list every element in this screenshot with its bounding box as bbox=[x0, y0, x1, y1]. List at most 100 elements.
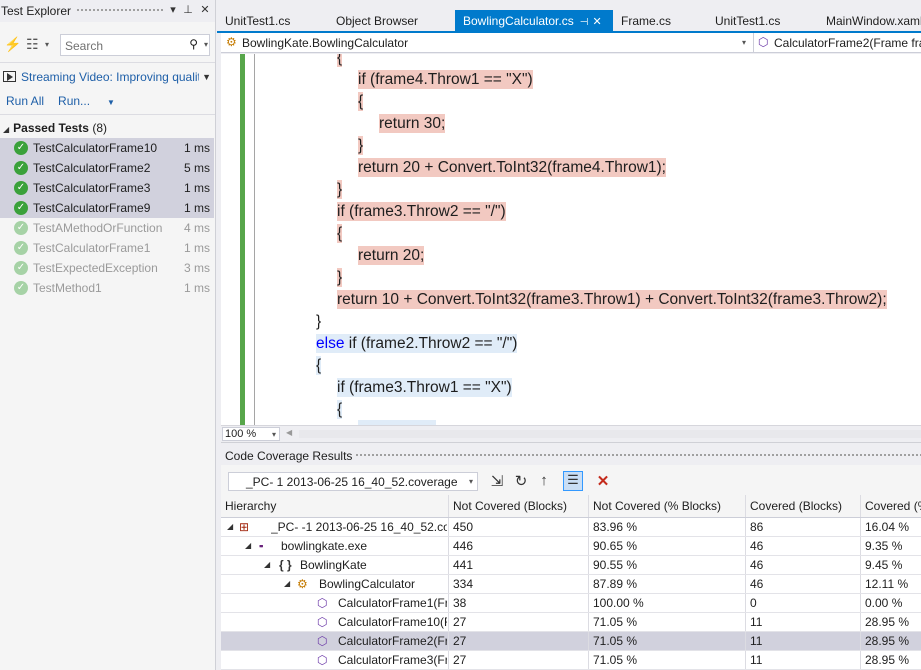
test-duration: 1 ms bbox=[183, 201, 210, 215]
not-covered-percent-cell: 71.05 % bbox=[589, 613, 746, 631]
horizontal-scrollbar[interactable] bbox=[299, 430, 921, 438]
coverage-row[interactable]: ⬡ CalculatorFrame10(Frame, Frame)2771.05 … bbox=[221, 613, 921, 632]
code-text: } bbox=[337, 180, 343, 199]
zoom-value: 100 % bbox=[225, 428, 257, 440]
scroll-left-icon[interactable]: ◀ bbox=[286, 428, 292, 437]
expand-triangle-icon[interactable]: ◢ bbox=[284, 575, 290, 593]
tab-unittest1-2[interactable]: UnitTest1.cs bbox=[707, 10, 786, 32]
column-header-hierarchy[interactable]: Hierarchy bbox=[221, 495, 449, 517]
expand-triangle-icon[interactable]: ◢ bbox=[264, 556, 270, 574]
code-line: if (frame4.Throw1 == "X") bbox=[358, 70, 533, 92]
coverage-file-dropdown[interactable]: _PC- 1 2013-06-25 16_40_52.coverage ▾ bbox=[228, 472, 478, 491]
test-item[interactable]: ✓ TestAMethodOrFunction 4 ms bbox=[0, 218, 214, 238]
group-by-icon[interactable]: ⚡ bbox=[4, 36, 21, 53]
test-name: TestCalculatorFrame9 bbox=[33, 201, 151, 215]
tab-frame[interactable]: Frame.cs bbox=[613, 10, 677, 32]
expand-triangle-icon[interactable]: ◢ bbox=[227, 518, 233, 536]
streaming-video-bar[interactable]: Streaming Video: Improving quality ▼ bbox=[3, 70, 213, 86]
coverage-row[interactable]: ⬡ CalculatorFrame3(Frame, Frame, Frame)27… bbox=[221, 651, 921, 670]
coverage-grid: Hierarchy Not Covered (Blocks) Not Cover… bbox=[221, 495, 921, 670]
covered-percent-cell: 28.95 % bbox=[865, 634, 910, 648]
passed-tests-group[interactable]: ◢ Passed Tests (8) bbox=[3, 121, 107, 135]
close-tab-icon[interactable]: ✕ bbox=[592, 16, 601, 28]
not-covered-blocks-cell: 27 bbox=[449, 613, 589, 631]
chevron-down-icon[interactable]: ▾ bbox=[45, 40, 49, 49]
hierarchy-cell: ◢ { } BowlingKate bbox=[221, 556, 449, 574]
video-icon bbox=[3, 71, 16, 82]
covered-blocks-cell: 11 bbox=[746, 651, 861, 669]
search-box[interactable]: ⚲ ▾ bbox=[60, 34, 210, 56]
method-icon: ⬡ bbox=[317, 596, 328, 610]
import-results-icon[interactable]: ⇲ bbox=[487, 472, 507, 490]
zoom-dropdown[interactable]: 100 % ▾ bbox=[222, 427, 280, 441]
run-link[interactable]: Run... bbox=[58, 94, 90, 108]
covered-percent-cell: 16.04 % bbox=[865, 520, 910, 534]
search-dropdown-icon[interactable]: ▾ bbox=[204, 40, 208, 49]
code-area[interactable]: { if (frame4.Throw1 == "X") { return 30;… bbox=[257, 54, 921, 425]
tab-object-browser[interactable]: Object Browser bbox=[328, 10, 424, 32]
change-tracking-bar bbox=[240, 54, 245, 425]
test-explorer-toolbar: ⚡ ☷ ▾ ⚲ ▾ bbox=[0, 34, 215, 56]
titlebar-grip[interactable] bbox=[76, 8, 164, 13]
test-item[interactable]: ✓ TestCalculatorFrame10 1 ms bbox=[0, 138, 214, 158]
titlebar-grip[interactable] bbox=[355, 453, 921, 458]
coverage-file-icon: ⊞ bbox=[239, 520, 250, 534]
export-results-icon[interactable]: ↑ bbox=[534, 472, 554, 489]
refresh-icon[interactable]: ↻ bbox=[511, 472, 531, 490]
covered-blocks-cell: 11 bbox=[746, 632, 861, 650]
outlining-margin bbox=[254, 54, 255, 425]
tab-label: UnitTest1.cs bbox=[225, 14, 291, 28]
keyword-text: else bbox=[316, 335, 345, 352]
tab-mainwindow[interactable]: MainWindow.xaml bbox=[818, 10, 921, 32]
test-item[interactable]: ✓ TestCalculatorFrame9 1 ms bbox=[0, 198, 214, 218]
test-name: TestCalculatorFrame3 bbox=[33, 181, 151, 195]
tab-unittest1[interactable]: UnitTest1.cs bbox=[217, 10, 296, 32]
chevron-down-icon[interactable]: ▼ bbox=[107, 98, 115, 107]
search-icon[interactable]: ⚲ bbox=[189, 37, 198, 51]
streaming-video-link[interactable]: Streaming Video: Improving quality bbox=[21, 70, 199, 84]
test-item[interactable]: ✓ TestCalculatorFrame1 1 ms bbox=[0, 238, 214, 258]
run-all-link[interactable]: Run All bbox=[6, 94, 44, 108]
pin-icon[interactable]: ⊣ bbox=[580, 17, 589, 28]
coverage-row[interactable]: ◢ ⊞ _PC- -1 2013-06-25 16_40_52.coverage45… bbox=[221, 518, 921, 537]
covered-blocks-cell: 11 bbox=[746, 613, 861, 631]
chevron-down-icon[interactable]: ▾ bbox=[272, 429, 276, 441]
close-icon[interactable]: ✕ bbox=[198, 3, 212, 16]
test-item[interactable]: ✓ TestExpectedException 3 ms bbox=[0, 258, 214, 278]
chevron-down-icon[interactable]: ▾ bbox=[742, 38, 746, 47]
show-coloring-icon[interactable]: ☰ bbox=[563, 471, 583, 491]
column-header-covered-percent[interactable]: Covered (% Blocks) bbox=[861, 495, 921, 517]
expand-triangle-icon[interactable]: ◢ bbox=[3, 125, 9, 134]
coverage-row[interactable]: ◢ { } BowlingKate 441 90.55 % 46 9.45 % bbox=[221, 556, 921, 575]
test-item[interactable]: ✓ TestCalculatorFrame2 5 ms bbox=[0, 158, 214, 178]
coverage-row[interactable]: ◢ ▪▪ bowlingkate.exe 446 90.65 % 46 9.35 % bbox=[221, 537, 921, 556]
test-item[interactable]: ✓ TestMethod1 1 ms bbox=[0, 278, 214, 298]
member-dropdown[interactable]: CalculatorFrame2(Frame frame2, Frame fra… bbox=[774, 36, 921, 50]
coverage-row[interactable]: ⬡ CalculatorFrame2(Frame, Frame, Frame)27… bbox=[221, 632, 921, 651]
type-dropdown[interactable]: BowlingKate.BowlingCalculator bbox=[242, 36, 742, 50]
chevron-down-icon[interactable]: ▼ bbox=[202, 72, 211, 82]
remove-results-icon[interactable]: ✕ bbox=[593, 472, 613, 490]
coverage-row[interactable]: ◢ ⚙ BowlingCalculator 334 87.89 % 46 12.11 % bbox=[221, 575, 921, 594]
code-editor[interactable]: { if (frame4.Throw1 == "X") { return 30;… bbox=[221, 54, 921, 425]
window-position-icon[interactable]: ▾ bbox=[166, 3, 180, 16]
column-header-not-covered-blocks[interactable]: Not Covered (Blocks) bbox=[449, 495, 589, 517]
coverage-row[interactable]: ⬡ CalculatorFrame1(Frame)38100.00 %0 0.00 … bbox=[221, 594, 921, 613]
tab-bowlingcalculator[interactable]: BowlingCalculator.cs ⊣ ✕ bbox=[455, 10, 613, 32]
hierarchy-label: bowlingkate.exe bbox=[281, 539, 368, 553]
test-explorer-titlebar: Test Explorer ▾ ⊥ ✕ bbox=[0, 0, 215, 22]
code-line: return 20 + Convert.ToInt32(frame4.Throw… bbox=[358, 158, 666, 180]
test-item[interactable]: ✓ TestCalculatorFrame3 1 ms bbox=[0, 178, 214, 198]
hierarchy-cell: ◢ ⚙ BowlingCalculator bbox=[221, 575, 449, 593]
pin-icon[interactable]: ⊥ bbox=[181, 3, 195, 16]
sort-list-icon[interactable]: ☷ bbox=[26, 36, 39, 53]
hierarchy-cell: ◢ ▪▪ bowlingkate.exe bbox=[221, 537, 449, 555]
method-icon: ⬡ bbox=[758, 35, 769, 49]
search-input[interactable] bbox=[65, 38, 183, 53]
column-header-not-covered-percent[interactable]: Not Covered (% Blocks) bbox=[589, 495, 746, 517]
column-header-covered-blocks[interactable]: Covered (Blocks) bbox=[746, 495, 861, 517]
chevron-down-icon[interactable]: ▾ bbox=[469, 477, 473, 486]
hierarchy-cell: ⬡ CalculatorFrame1(Frame) bbox=[221, 594, 449, 612]
test-name: TestCalculatorFrame1 bbox=[33, 241, 151, 255]
expand-triangle-icon[interactable]: ◢ bbox=[245, 537, 251, 555]
